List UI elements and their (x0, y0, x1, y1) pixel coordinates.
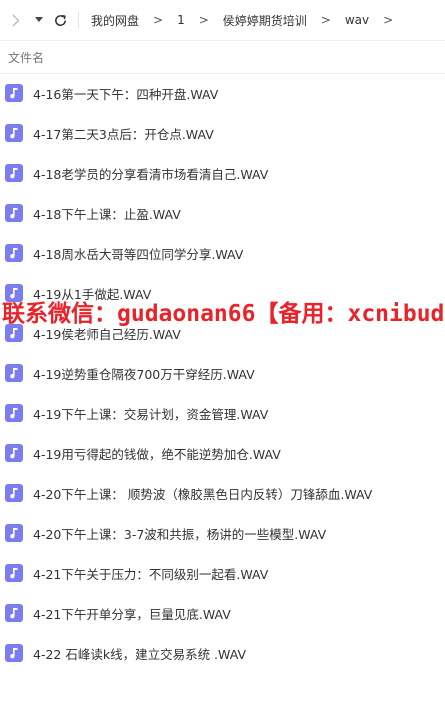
file-name: 4-19下午上课：交易计划，资金管理.WAV (33, 406, 269, 422)
history-dropdown-icon[interactable] (34, 10, 44, 30)
file-row[interactable]: 4-16第一天下午：四种开盘.WAV (0, 73, 445, 113)
audio-file-icon (5, 84, 23, 102)
audio-file-icon (5, 444, 23, 462)
audio-file-icon (5, 244, 23, 262)
audio-file-icon (5, 604, 23, 622)
breadcrumb-folder-training[interactable]: 侯婷婷期货培训 (223, 12, 307, 29)
file-name: 4-21下午开单分享，巨量见底.WAV (33, 606, 231, 622)
audio-file-icon (5, 644, 23, 662)
audio-file-icon (5, 484, 23, 502)
breadcrumb-separator: > (383, 13, 394, 27)
file-row[interactable]: 4-21下午开单分享，巨量见底.WAV (0, 593, 445, 633)
file-row[interactable]: 4-20下午上课： 顺势波（橡胶黑色日内反转）刀锋舔血.WAV (0, 473, 445, 513)
audio-file-icon (5, 364, 23, 382)
file-name: 4-18下午上课：止盈.WAV (33, 206, 181, 222)
breadcrumb-separator: > (320, 13, 331, 27)
file-name: 4-16第一天下午：四种开盘.WAV (33, 86, 219, 102)
file-list: 4-16第一天下午：四种开盘.WAV 4-17第二天3点后：开仓点.WAV 4-… (0, 73, 445, 673)
audio-file-icon (5, 524, 23, 542)
file-name: 4-18周水岳大哥等四位同学分享.WAV (33, 246, 244, 262)
file-row[interactable]: 4-19下午上课：交易计划，资金管理.WAV (0, 393, 445, 433)
breadcrumb-separator: > (153, 13, 164, 27)
file-name: 4-17第二天3点后：开仓点.WAV (33, 126, 214, 142)
file-row[interactable]: 4-19用亏得起的钱做，绝不能逆势加仓.WAV (0, 433, 445, 473)
file-row[interactable]: 4-18老学员的分享看清市场看清自己.WAV (0, 153, 445, 193)
audio-file-icon (5, 564, 23, 582)
breadcrumb-folder-1[interactable]: 1 (177, 13, 185, 27)
audio-file-icon (5, 204, 23, 222)
audio-file-icon (5, 164, 23, 182)
file-row[interactable]: 4-19逆势重仓隔夜700万干穿经历.WAV (0, 353, 445, 393)
breadcrumb-folder-wav[interactable]: wav (345, 13, 369, 27)
file-name: 4-19从1手做起.WAV (33, 286, 152, 302)
file-browser-window: 我的网盘 > 1 > 侯婷婷期货培训 > wav > 文件名 4-16第一天下午… (0, 0, 445, 707)
file-name: 4-19逆势重仓隔夜700万干穿经历.WAV (33, 366, 255, 382)
file-name: 4-19侯老师自己经历.WAV (33, 326, 181, 342)
file-row[interactable]: 4-19侯老师自己经历.WAV (0, 313, 445, 353)
breadcrumb-my-drive[interactable]: 我的网盘 (91, 12, 139, 29)
audio-file-icon (5, 284, 23, 302)
file-name: 4-20下午上课： 顺势波（橡胶黑色日内反转）刀锋舔血.WAV (33, 486, 373, 502)
file-row[interactable]: 4-18下午上课：止盈.WAV (0, 193, 445, 233)
file-row[interactable]: 4-19从1手做起.WAV (0, 273, 445, 313)
breadcrumb-separator: > (198, 13, 209, 27)
file-row[interactable]: 4-20下午上课：3-7波和共振，杨讲的一些模型.WAV (0, 513, 445, 553)
file-name: 4-22 石峰读k线，建立交易系统 .WAV (33, 646, 247, 662)
file-name: 4-19用亏得起的钱做，绝不能逆势加仓.WAV (33, 446, 281, 462)
file-name: 4-18老学员的分享看清市场看清自己.WAV (33, 166, 269, 182)
file-name: 4-21下午关于压力：不同级别一起看.WAV (33, 566, 269, 582)
audio-file-icon (5, 404, 23, 422)
refresh-icon[interactable] (52, 10, 68, 30)
navigation-toolbar: 我的网盘 > 1 > 侯婷婷期货培训 > wav > (0, 0, 445, 40)
column-header-filename[interactable]: 文件名 (8, 49, 44, 66)
file-list-header: 文件名 (0, 40, 445, 74)
file-name: 4-20下午上课：3-7波和共振，杨讲的一些模型.WAV (33, 526, 327, 542)
file-row[interactable]: 4-22 石峰读k线，建立交易系统 .WAV (0, 633, 445, 673)
forward-icon[interactable] (10, 10, 22, 30)
file-row[interactable]: 4-17第二天3点后：开仓点.WAV (0, 113, 445, 153)
toolbar-divider (78, 12, 79, 28)
audio-file-icon (5, 124, 23, 142)
audio-file-icon (5, 324, 23, 342)
file-row[interactable]: 4-18周水岳大哥等四位同学分享.WAV (0, 233, 445, 273)
file-row[interactable]: 4-21下午关于压力：不同级别一起看.WAV (0, 553, 445, 593)
